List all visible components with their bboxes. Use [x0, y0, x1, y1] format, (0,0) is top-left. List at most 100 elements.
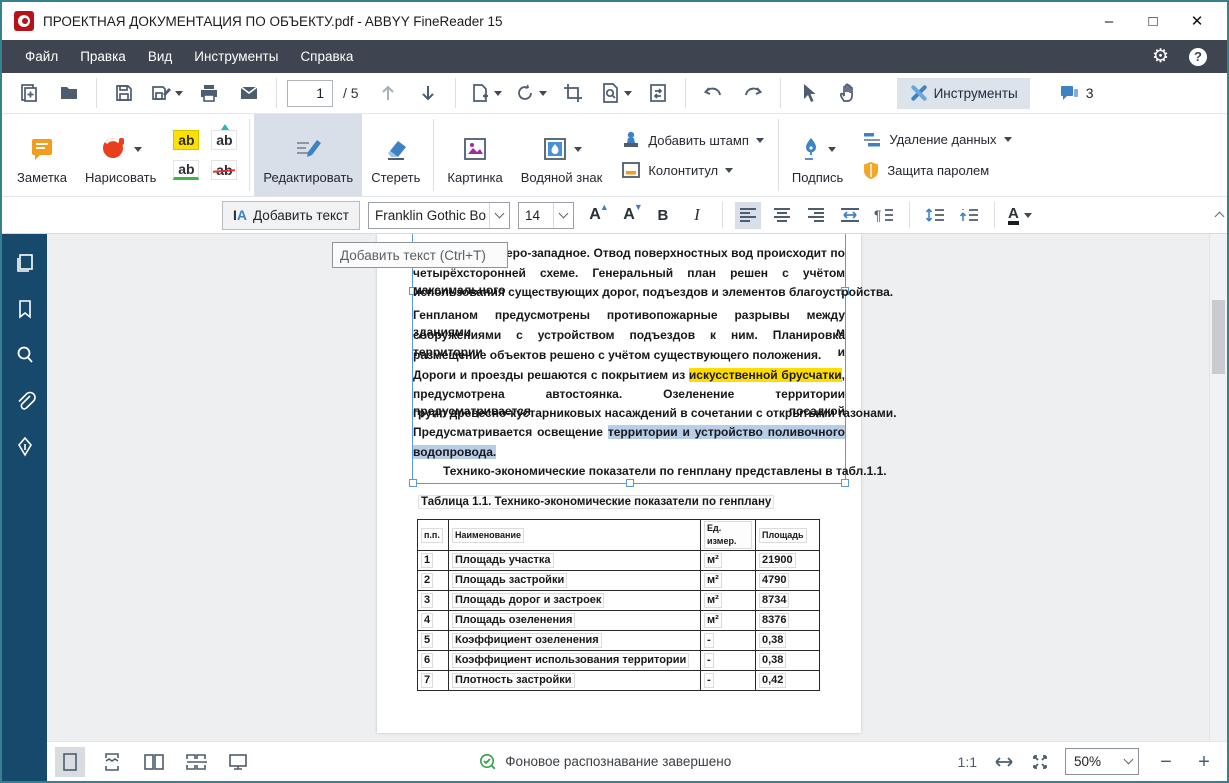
- font-color-dropdown-caret[interactable]: [1024, 213, 1032, 218]
- align-center-button[interactable]: [769, 202, 795, 229]
- digital-signature-panel-icon[interactable]: [14, 436, 36, 458]
- watermark-dropdown-caret[interactable]: [574, 147, 582, 152]
- view-fullscreen-button[interactable]: [223, 747, 253, 777]
- rotate-button[interactable]: [511, 77, 550, 109]
- menu-edit[interactable]: Правка: [69, 40, 137, 73]
- tools-panel-button[interactable]: Инструменты: [897, 78, 1030, 109]
- recognition-status: Фоновое распознавание завершено: [479, 753, 731, 771]
- search-panel-icon[interactable]: [14, 344, 36, 366]
- zoom-in-button[interactable]: +: [1193, 752, 1215, 772]
- italic-button[interactable]: I: [684, 202, 710, 229]
- highlight-text-button[interactable]: ab: [173, 130, 199, 150]
- attachments-panel-icon[interactable]: [14, 390, 36, 412]
- redo-button[interactable]: [736, 77, 770, 109]
- stamp-dropdown-caret[interactable]: [756, 138, 764, 143]
- pdf-page[interactable]: еро-западное. Отвод поверхностных вод пр…: [377, 234, 861, 733]
- email-button[interactable]: [232, 77, 266, 109]
- rotate-dropdown-caret[interactable]: [539, 91, 547, 96]
- text-direction-button[interactable]: [837, 202, 863, 229]
- picture-icon: [461, 135, 489, 163]
- zoom-chevron-icon: [1123, 755, 1133, 765]
- bookmarks-panel-icon[interactable]: [15, 298, 35, 320]
- paragraph-spacing-button[interactable]: [956, 202, 982, 229]
- underline-text-button[interactable]: ab: [173, 160, 199, 180]
- minimize-button[interactable]: –: [1087, 4, 1131, 38]
- add-pages-dropdown-caret[interactable]: [494, 91, 502, 96]
- strikethrough-text-button[interactable]: ab: [211, 160, 237, 180]
- scrollbar-thumb[interactable]: [1212, 300, 1225, 374]
- align-right-button[interactable]: [803, 202, 829, 229]
- draw-dropdown-caret[interactable]: [134, 147, 142, 152]
- save-button[interactable]: [107, 77, 141, 109]
- settings-gear-icon[interactable]: ⚙: [1152, 47, 1169, 66]
- close-button[interactable]: ✕: [1175, 4, 1219, 38]
- maximize-button[interactable]: □: [1131, 4, 1175, 38]
- single-page-icon: [61, 752, 79, 772]
- increase-font-button[interactable]: A▲: [582, 202, 608, 229]
- header-footer-button[interactable]: Колонтитул: [621, 161, 764, 179]
- main-toolbar: / 5: [2, 73, 1227, 114]
- menu-help[interactable]: Справка: [289, 40, 364, 73]
- note-tool[interactable]: Заметка: [8, 114, 76, 196]
- header-footer-dropdown-caret[interactable]: [725, 168, 733, 173]
- actual-size-button[interactable]: 1:1: [958, 754, 977, 770]
- document-viewport[interactable]: еро-западное. Отвод поверхностных вод пр…: [47, 234, 1227, 741]
- zoom-level-select[interactable]: 50%: [1065, 748, 1139, 775]
- pages-panel-icon[interactable]: [14, 252, 36, 274]
- draw-tool[interactable]: Нарисовать: [76, 114, 165, 196]
- edit-tool[interactable]: Редактировать: [254, 114, 362, 196]
- watermark-tool[interactable]: Водяной знак: [512, 114, 612, 196]
- undo-button[interactable]: [696, 77, 730, 109]
- next-page-button[interactable]: [411, 77, 445, 109]
- vertical-scrollbar[interactable]: [1209, 234, 1227, 741]
- line-spacing-button[interactable]: [922, 202, 948, 229]
- save-as-button[interactable]: [147, 77, 186, 109]
- find-dropdown-caret[interactable]: [624, 91, 632, 96]
- page-number-input[interactable]: [287, 80, 333, 107]
- scroll-up-arrow[interactable]: [1216, 207, 1223, 225]
- bold-button[interactable]: B: [650, 202, 676, 229]
- menu-file[interactable]: Файл: [14, 40, 69, 73]
- menu-tools[interactable]: Инструменты: [183, 40, 289, 73]
- view-continuous-button[interactable]: [97, 747, 127, 777]
- fit-width-icon[interactable]: [993, 755, 1015, 769]
- font-family-select[interactable]: Franklin Gothic Bo: [368, 202, 510, 229]
- menu-view[interactable]: Вид: [137, 40, 183, 73]
- table-row: 2Площадь застройким²4790: [418, 571, 820, 591]
- view-single-page-button[interactable]: [55, 747, 85, 777]
- help-icon[interactable]: ?: [1189, 48, 1207, 66]
- print-button[interactable]: [192, 77, 226, 109]
- add-text-button[interactable]: IA Добавить текст: [222, 201, 360, 230]
- table-row: 1Площадь участкам²21900: [418, 551, 820, 571]
- crop-button[interactable]: [556, 77, 590, 109]
- previous-page-button[interactable]: [371, 77, 405, 109]
- add-stamp-button[interactable]: Добавить штамп: [621, 131, 764, 149]
- signature-tool[interactable]: Подпись: [783, 114, 852, 196]
- find-in-page-button[interactable]: [596, 77, 635, 109]
- decrease-font-button[interactable]: A▼: [616, 202, 642, 229]
- signature-dropdown-caret[interactable]: [828, 147, 836, 152]
- insert-text-button[interactable]: ab: [211, 130, 237, 150]
- font-color-button[interactable]: A: [1007, 202, 1033, 229]
- font-size-select[interactable]: 14: [518, 202, 574, 229]
- redact-data-button[interactable]: Удаление данных: [862, 131, 1011, 149]
- picture-tool[interactable]: Картинка: [438, 114, 511, 196]
- erase-tool[interactable]: Стереть: [362, 114, 429, 196]
- align-left-button[interactable]: [735, 202, 761, 229]
- table-row: 6Коэффициент использования территории-0,…: [418, 651, 820, 671]
- replace-page-button[interactable]: [641, 77, 675, 109]
- select-cursor-button[interactable]: [791, 77, 825, 109]
- add-pages-button[interactable]: [466, 77, 505, 109]
- fit-page-icon[interactable]: [1031, 753, 1049, 771]
- save-as-dropdown-caret[interactable]: [175, 91, 183, 96]
- hand-tool-button[interactable]: [831, 77, 865, 109]
- open-button[interactable]: [52, 77, 86, 109]
- new-task-button[interactable]: [12, 77, 46, 109]
- paragraph-marks-button[interactable]: ¶: [871, 202, 897, 229]
- password-protect-button[interactable]: Защита паролем: [862, 161, 1011, 180]
- zoom-out-button[interactable]: −: [1155, 752, 1177, 772]
- view-two-pages-continuous-button[interactable]: [181, 747, 211, 777]
- view-two-pages-button[interactable]: [139, 747, 169, 777]
- redact-dropdown-caret[interactable]: [1004, 137, 1012, 142]
- comments-button[interactable]: 3: [1058, 83, 1094, 103]
